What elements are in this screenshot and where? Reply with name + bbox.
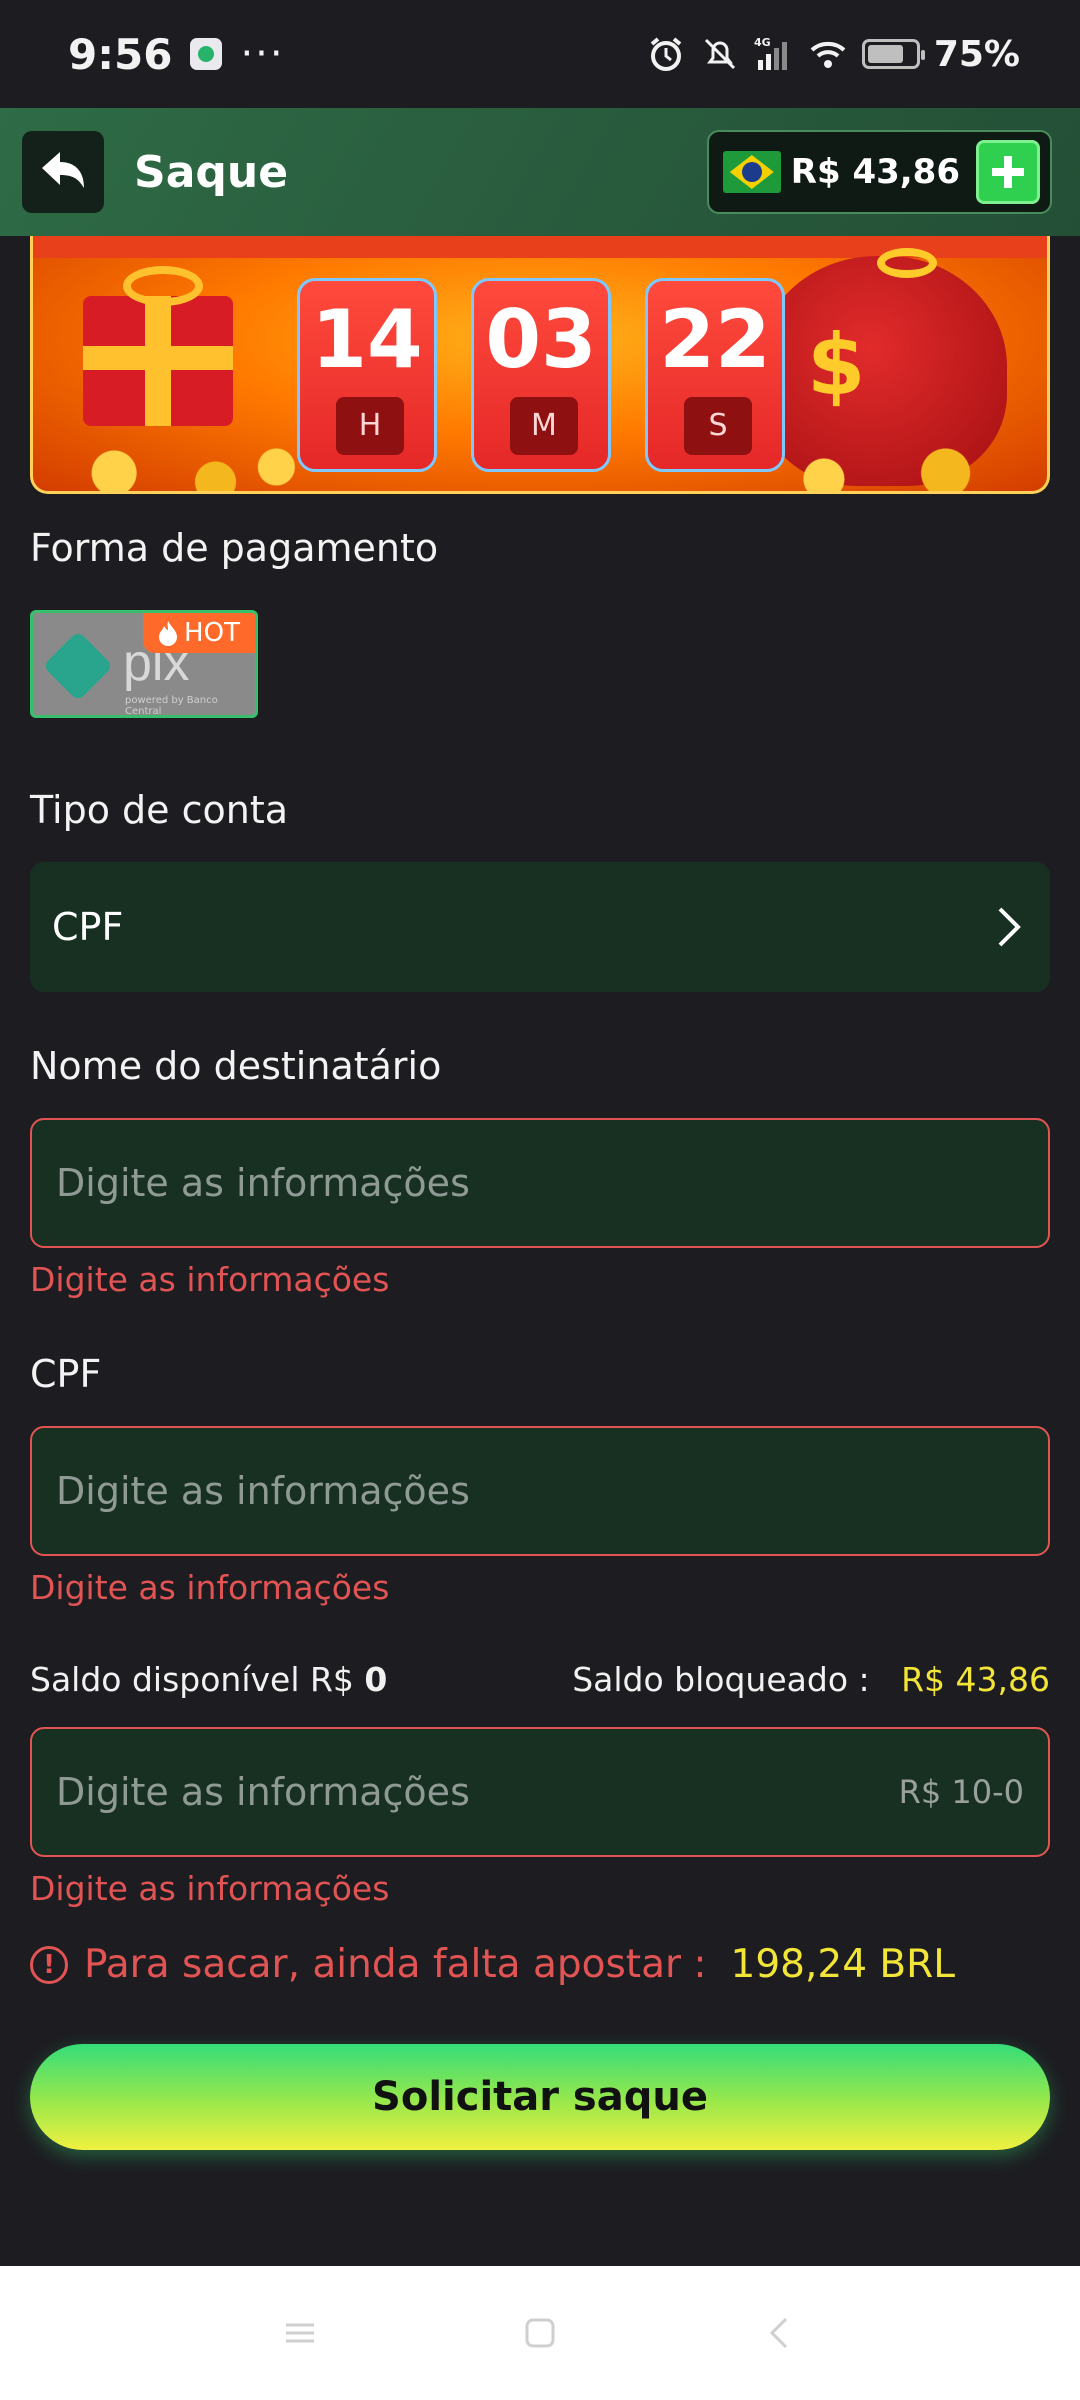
wager-warning-amount: 198,24 BRL: [730, 1942, 955, 1987]
back-button[interactable]: [22, 131, 104, 213]
countdown-hours-unit: H: [336, 397, 404, 455]
wifi-icon: [810, 41, 846, 68]
account-type-label: Tipo de conta: [30, 788, 289, 832]
alert-icon: !: [30, 1945, 68, 1984]
battery-percent: 75%: [933, 33, 1020, 75]
account-type-value: CPF: [52, 905, 124, 949]
hot-badge-label: HOT: [184, 618, 240, 648]
amount-range-hint: R$ 10-0: [898, 1773, 1024, 1811]
countdown-minutes: 03 M: [471, 278, 611, 472]
plus-icon: [992, 156, 1024, 188]
more-notifications-icon: ···: [240, 31, 285, 77]
cpf-input[interactable]: [56, 1469, 756, 1513]
recipient-name-label: Nome do destinatário: [30, 1044, 442, 1088]
app-header: Saque R$ 43,86: [0, 108, 1080, 236]
pix-logo-icon: [42, 630, 114, 702]
gift-box-illustration: [83, 296, 233, 426]
gift-bow-illustration: [123, 266, 203, 306]
hot-badge: HOT: [143, 613, 255, 653]
svg-text:4G: 4G: [754, 36, 771, 49]
wager-warning: ! Para sacar, ainda falta apostar : 198,…: [30, 1942, 955, 1987]
account-type-select[interactable]: CPF: [30, 862, 1050, 992]
flame-icon: [159, 621, 178, 646]
pix-logo-subtext: powered by Banco Central: [125, 695, 218, 717]
wager-warning-text: Para sacar, ainda falta apostar :: [84, 1942, 707, 1987]
brazil-flag-icon: [722, 151, 781, 193]
cpf-error: Digite as informações: [30, 1568, 390, 1607]
balance-pill[interactable]: R$ 43,86: [706, 130, 1052, 214]
header-balance: R$ 43,86: [790, 152, 960, 192]
countdown-seconds: 22 S: [645, 278, 785, 472]
dollar-icon: $: [807, 316, 866, 414]
signal-4g-icon: 4G: [754, 36, 787, 70]
amount-input[interactable]: [56, 1770, 756, 1814]
back-arrow-icon: [42, 152, 84, 188]
balance-row: Saldo disponível R$ 0 Saldo bloqueado : …: [30, 1660, 1050, 1699]
system-nav-bar: [0, 2266, 1080, 2400]
amount-error: Digite as informações: [30, 1869, 390, 1908]
add-funds-button[interactable]: [976, 140, 1040, 204]
status-bar-right: 4G 75%: [646, 34, 1020, 75]
menu-icon[interactable]: [280, 2313, 320, 2353]
blocked-balance-label: Saldo bloqueado :: [572, 1660, 870, 1699]
chevron-right-icon: [998, 907, 1021, 947]
amount-field-box: R$ 10-0: [30, 1727, 1050, 1857]
cpf-field-box: [30, 1426, 1050, 1556]
countdown-seconds-unit: S: [684, 397, 752, 455]
recipient-name-field-box: [30, 1118, 1050, 1248]
countdown-hours-value: 14: [311, 293, 423, 386]
recipient-name-input[interactable]: [56, 1161, 756, 1205]
cpf-label: CPF: [30, 1352, 102, 1396]
pix-payment-option[interactable]: pix powered by Banco Central HOT: [30, 610, 258, 718]
countdown-seconds-value: 22: [659, 293, 771, 386]
status-bar-left: 9:56 ···: [68, 30, 285, 79]
home-icon[interactable]: [520, 2313, 560, 2353]
back-icon[interactable]: [760, 2313, 800, 2353]
blocked-balance: Saldo bloqueado : R$ 43,86: [572, 1660, 1050, 1699]
countdown-minutes-value: 03: [485, 293, 597, 386]
mute-icon: [704, 38, 735, 70]
available-balance-value: 0: [364, 1660, 388, 1699]
available-balance: Saldo disponível R$ 0: [30, 1660, 387, 1699]
battery-icon: [861, 39, 925, 69]
alarm-icon: [650, 37, 682, 71]
payment-method-label: Forma de pagamento: [30, 526, 439, 570]
recipient-name-error: Digite as informações: [30, 1260, 390, 1299]
available-balance-label: Saldo disponível R$: [30, 1660, 354, 1699]
countdown-hours: 14 H: [297, 278, 437, 472]
promo-banner[interactable]: $ 14 H 03 M 22 S: [30, 236, 1050, 494]
request-withdrawal-button[interactable]: Solicitar saque: [30, 2044, 1050, 2150]
status-bar: 9:56 ··· 4G 75%: [0, 0, 1080, 108]
page-title: Saque: [134, 146, 289, 198]
app-notification-icon: [190, 38, 223, 70]
blocked-balance-value: R$ 43,86: [901, 1660, 1050, 1699]
countdown-minutes-unit: M: [510, 397, 578, 455]
status-time: 9:56: [68, 29, 173, 79]
